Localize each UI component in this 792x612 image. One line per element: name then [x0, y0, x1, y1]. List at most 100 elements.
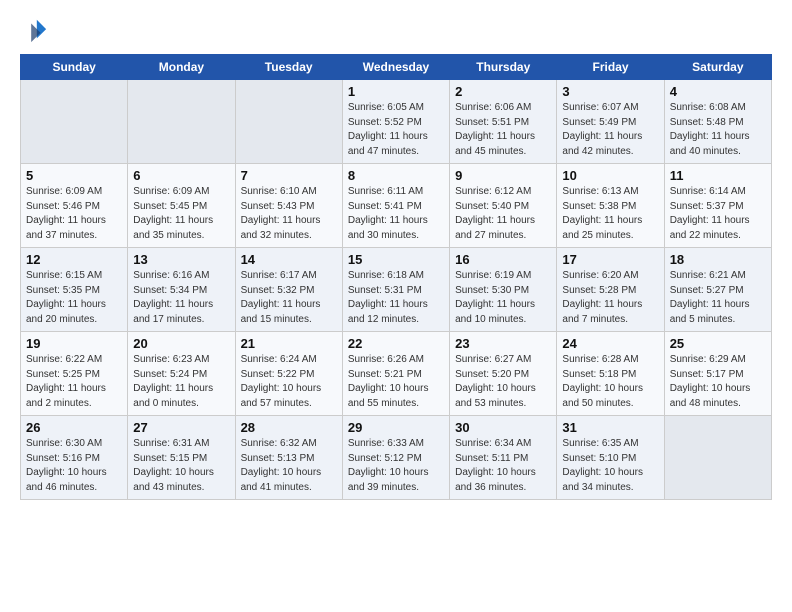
day-number: 20: [133, 336, 229, 351]
calendar-cell: [21, 80, 128, 164]
day-info: Sunrise: 6:07 AM Sunset: 5:49 PM Dayligh…: [562, 101, 658, 159]
day-number: 5: [26, 168, 122, 183]
calendar-cell: 17Sunrise: 6:20 AM Sunset: 5:28 PM Dayli…: [557, 248, 664, 332]
day-number: 22: [348, 336, 444, 351]
weekday-header-monday: Monday: [128, 55, 235, 80]
day-number: 26: [26, 420, 122, 435]
calendar-cell: 24Sunrise: 6:28 AM Sunset: 5:18 PM Dayli…: [557, 332, 664, 416]
day-info: Sunrise: 6:30 AM Sunset: 5:16 PM Dayligh…: [26, 437, 122, 495]
calendar-cell: 4 Sunrise: 6:08 AM Sunset: 5:48 PM Daylig…: [664, 80, 771, 164]
calendar-row-2: 12 Sunrise: 6:15 AM Sunset: 5:35 PM Dayli…: [21, 248, 772, 332]
logo-icon: [20, 16, 48, 44]
header: [20, 16, 772, 44]
day-number: 3: [562, 84, 658, 99]
weekday-header-row: SundayMondayTuesdayWednesdayThursdayFrid…: [21, 55, 772, 80]
day-info: Sunrise: 6:10 AM Sunset: 5:43 PM Dayligh…: [241, 185, 337, 243]
day-info: Sunrise: 6:08 AM Sunset: 5:48 PM Dayligh…: [670, 101, 766, 159]
day-info: Sunrise: 6:16 AM Sunset: 5:34 PM Dayligh…: [133, 269, 229, 327]
calendar-cell: 7 Sunrise: 6:10 AM Sunset: 5:43 PM Daylig…: [235, 164, 342, 248]
calendar-cell: 6Sunrise: 6:09 AM Sunset: 5:45 PM Daylig…: [128, 164, 235, 248]
day-info: Sunrise: 6:09 AM Sunset: 5:45 PM Dayligh…: [133, 185, 229, 243]
calendar-cell: 26 Sunrise: 6:30 AM Sunset: 5:16 PM Dayli…: [21, 416, 128, 500]
day-info: Sunrise: 6:14 AM Sunset: 5:37 PM Dayligh…: [670, 185, 766, 243]
weekday-header-sunday: Sunday: [21, 55, 128, 80]
day-number: 29: [348, 420, 444, 435]
day-info: Sunrise: 6:21 AM Sunset: 5:27 PM Dayligh…: [670, 269, 766, 327]
day-number: 7: [241, 168, 337, 183]
day-info: Sunrise: 6:27 AM Sunset: 5:20 PM Dayligh…: [455, 353, 551, 411]
day-number: 24: [562, 336, 658, 351]
calendar-cell: 10Sunrise: 6:13 AM Sunset: 5:38 PM Dayli…: [557, 164, 664, 248]
day-number: 31: [562, 420, 658, 435]
calendar-cell: 19Sunrise: 6:22 AM Sunset: 5:25 PM Dayli…: [21, 332, 128, 416]
day-number: 11: [670, 168, 766, 183]
day-number: 15: [348, 252, 444, 267]
day-number: 19: [26, 336, 122, 351]
day-number: 23: [455, 336, 551, 351]
calendar-cell: 14 Sunrise: 6:17 AM Sunset: 5:32 PM Dayli…: [235, 248, 342, 332]
calendar-cell: 5 Sunrise: 6:09 AM Sunset: 5:46 PM Daylig…: [21, 164, 128, 248]
calendar-cell: [235, 80, 342, 164]
day-info: Sunrise: 6:32 AM Sunset: 5:13 PM Dayligh…: [241, 437, 337, 495]
day-number: 21: [241, 336, 337, 351]
calendar-cell: 25 Sunrise: 6:29 AM Sunset: 5:17 PM Dayli…: [664, 332, 771, 416]
day-number: 13: [133, 252, 229, 267]
calendar-row-1: 5 Sunrise: 6:09 AM Sunset: 5:46 PM Daylig…: [21, 164, 772, 248]
day-info: Sunrise: 6:24 AM Sunset: 5:22 PM Dayligh…: [241, 353, 337, 411]
calendar-cell: 22 Sunrise: 6:26 AM Sunset: 5:21 PM Dayli…: [342, 332, 449, 416]
day-info: Sunrise: 6:35 AM Sunset: 5:10 PM Dayligh…: [562, 437, 658, 495]
day-number: 8: [348, 168, 444, 183]
weekday-header-friday: Friday: [557, 55, 664, 80]
calendar-cell: 12 Sunrise: 6:15 AM Sunset: 5:35 PM Dayli…: [21, 248, 128, 332]
weekday-header-thursday: Thursday: [450, 55, 557, 80]
day-number: 27: [133, 420, 229, 435]
day-info: Sunrise: 6:18 AM Sunset: 5:31 PM Dayligh…: [348, 269, 444, 327]
calendar-cell: 8Sunrise: 6:11 AM Sunset: 5:41 PM Daylig…: [342, 164, 449, 248]
calendar-cell: 11 Sunrise: 6:14 AM Sunset: 5:37 PM Dayli…: [664, 164, 771, 248]
day-info: Sunrise: 6:05 AM Sunset: 5:52 PM Dayligh…: [348, 101, 444, 159]
day-info: Sunrise: 6:29 AM Sunset: 5:17 PM Dayligh…: [670, 353, 766, 411]
calendar-cell: [128, 80, 235, 164]
calendar-cell: [664, 416, 771, 500]
day-info: Sunrise: 6:34 AM Sunset: 5:11 PM Dayligh…: [455, 437, 551, 495]
day-number: 14: [241, 252, 337, 267]
day-number: 18: [670, 252, 766, 267]
calendar-cell: 2 Sunrise: 6:06 AM Sunset: 5:51 PM Daylig…: [450, 80, 557, 164]
day-info: Sunrise: 6:31 AM Sunset: 5:15 PM Dayligh…: [133, 437, 229, 495]
weekday-header-wednesday: Wednesday: [342, 55, 449, 80]
logo: [20, 16, 52, 44]
calendar-cell: 15 Sunrise: 6:18 AM Sunset: 5:31 PM Dayli…: [342, 248, 449, 332]
page: SundayMondayTuesdayWednesdayThursdayFrid…: [0, 0, 792, 520]
day-number: 25: [670, 336, 766, 351]
day-info: Sunrise: 6:09 AM Sunset: 5:46 PM Dayligh…: [26, 185, 122, 243]
calendar-row-4: 26 Sunrise: 6:30 AM Sunset: 5:16 PM Dayli…: [21, 416, 772, 500]
calendar-cell: 9 Sunrise: 6:12 AM Sunset: 5:40 PM Daylig…: [450, 164, 557, 248]
day-info: Sunrise: 6:15 AM Sunset: 5:35 PM Dayligh…: [26, 269, 122, 327]
day-info: Sunrise: 6:23 AM Sunset: 5:24 PM Dayligh…: [133, 353, 229, 411]
day-number: 2: [455, 84, 551, 99]
calendar-cell: 30 Sunrise: 6:34 AM Sunset: 5:11 PM Dayli…: [450, 416, 557, 500]
day-number: 12: [26, 252, 122, 267]
day-number: 16: [455, 252, 551, 267]
calendar-cell: 3 Sunrise: 6:07 AM Sunset: 5:49 PM Daylig…: [557, 80, 664, 164]
day-info: Sunrise: 6:06 AM Sunset: 5:51 PM Dayligh…: [455, 101, 551, 159]
calendar-cell: 13 Sunrise: 6:16 AM Sunset: 5:34 PM Dayli…: [128, 248, 235, 332]
calendar-cell: 23 Sunrise: 6:27 AM Sunset: 5:20 PM Dayli…: [450, 332, 557, 416]
weekday-header-saturday: Saturday: [664, 55, 771, 80]
day-info: Sunrise: 6:12 AM Sunset: 5:40 PM Dayligh…: [455, 185, 551, 243]
calendar-row-0: 1 Sunrise: 6:05 AM Sunset: 5:52 PM Daylig…: [21, 80, 772, 164]
day-info: Sunrise: 6:20 AM Sunset: 5:28 PM Dayligh…: [562, 269, 658, 327]
day-info: Sunrise: 6:26 AM Sunset: 5:21 PM Dayligh…: [348, 353, 444, 411]
calendar-cell: 27 Sunrise: 6:31 AM Sunset: 5:15 PM Dayli…: [128, 416, 235, 500]
calendar-cell: 1 Sunrise: 6:05 AM Sunset: 5:52 PM Daylig…: [342, 80, 449, 164]
day-number: 30: [455, 420, 551, 435]
day-number: 28: [241, 420, 337, 435]
calendar-cell: 29Sunrise: 6:33 AM Sunset: 5:12 PM Dayli…: [342, 416, 449, 500]
calendar-cell: 28 Sunrise: 6:32 AM Sunset: 5:13 PM Dayli…: [235, 416, 342, 500]
calendar-cell: 21 Sunrise: 6:24 AM Sunset: 5:22 PM Dayli…: [235, 332, 342, 416]
day-number: 4: [670, 84, 766, 99]
day-info: Sunrise: 6:17 AM Sunset: 5:32 PM Dayligh…: [241, 269, 337, 327]
day-number: 1: [348, 84, 444, 99]
calendar-cell: 20 Sunrise: 6:23 AM Sunset: 5:24 PM Dayli…: [128, 332, 235, 416]
day-number: 9: [455, 168, 551, 183]
